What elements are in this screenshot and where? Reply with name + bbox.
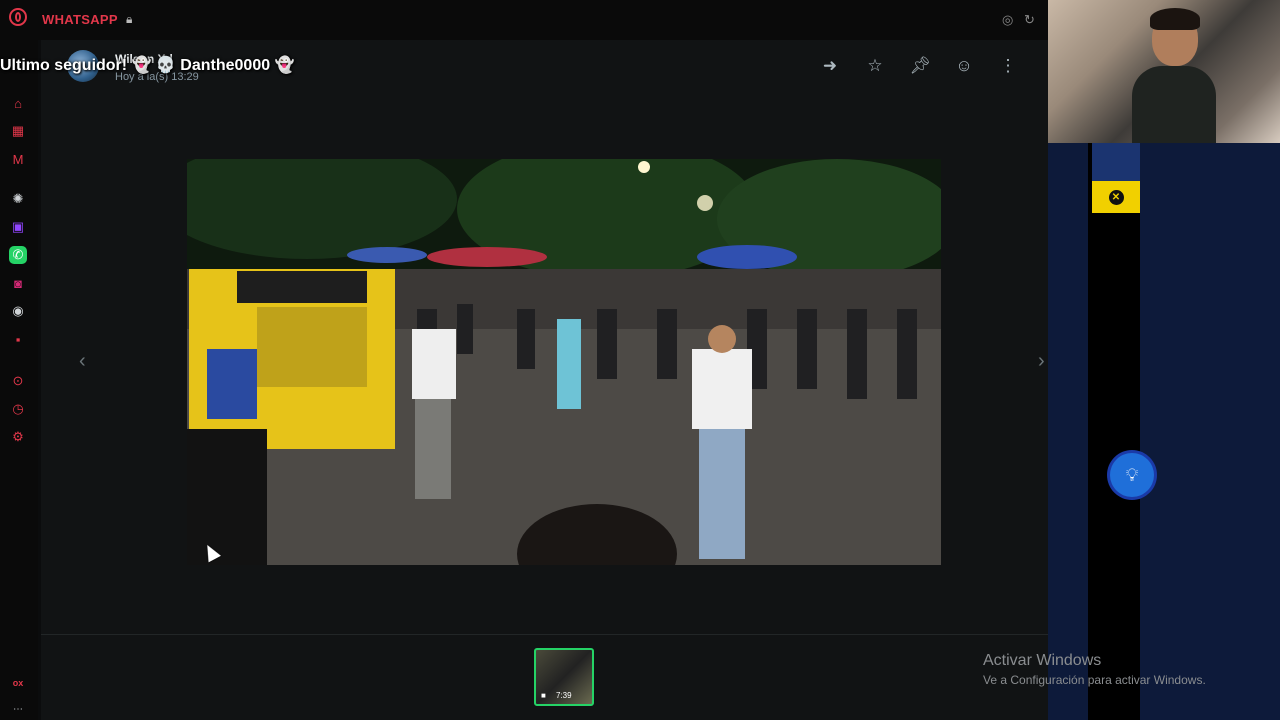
app-top-bar: WHATSAPP 🔒︎ ◎ ↻ [0, 0, 1048, 40]
windows-watermark-title: Activar Windows [983, 652, 1102, 669]
thumbnail-divider [41, 634, 1088, 635]
discord-icon[interactable]: ◉ [9, 302, 27, 320]
right-strip [1088, 143, 1140, 720]
whatsapp-icon[interactable]: ✆ [9, 246, 27, 264]
video-scene [187, 159, 941, 565]
right-side-panel [1048, 143, 1280, 720]
circle-icon[interactable]: ⊙ [9, 372, 27, 390]
app-logo-icon[interactable] [9, 8, 27, 26]
close-icon: ✕ [1108, 189, 1124, 205]
ticket-icon[interactable]: ▦ [9, 122, 27, 140]
pin-icon[interactable]: 📌︎ [909, 56, 931, 76]
left-icon-rail: ⌂ ▦ M ✺ ▣ ✆ ◙ ◉ ▪ ⊙ ◷ ⚙ ox ⋯ [0, 40, 38, 720]
chatgpt-icon[interactable]: ✺ [9, 190, 27, 208]
app-title: WHATSAPP [42, 12, 118, 27]
instagram-icon[interactable]: ◙ [9, 274, 27, 292]
lock-icon: 🔒︎ [126, 12, 133, 26]
right-strip-header [1092, 143, 1140, 181]
streamer-figure [1132, 6, 1216, 143]
mute-icon[interactable]: ◎ [1002, 12, 1013, 28]
webcam-overlay [1048, 0, 1280, 143]
media-viewer: Wilson Xd Hoy a la(s) 13:29 ➜ ☆ 📌︎ ☺ ⋮ ‹ [41, 40, 1088, 720]
close-pill-button[interactable]: ✕ [1092, 181, 1140, 213]
lightbulb-icon: 💡︎ [1125, 464, 1139, 485]
ox-icon[interactable]: ox [9, 674, 27, 692]
menu-icon[interactable]: ⋮ [998, 56, 1018, 76]
more-icon[interactable]: ⋯ [9, 700, 27, 718]
video-frame[interactable] [187, 159, 941, 565]
emoji-icon[interactable]: ☺ [954, 56, 974, 76]
shop-icon[interactable]: ⌂ [9, 94, 27, 112]
lightbulb-button[interactable]: 💡︎ [1110, 453, 1154, 497]
settings-icon[interactable]: ⚙ [9, 428, 27, 446]
video-thumbnail[interactable]: ■ 7:39 [534, 648, 594, 706]
thumbnail-duration: 7:39 [556, 691, 572, 700]
star-icon[interactable]: ☆ [865, 56, 885, 76]
clock-icon[interactable]: ◷ [9, 400, 27, 418]
next-arrow-icon[interactable]: › [1038, 350, 1045, 373]
stream-alert: Ultimo seguidor! 👻 💀 Danthe0000 👻 [0, 57, 295, 74]
previous-arrow-icon[interactable]: ‹ [79, 350, 86, 373]
refresh-icon[interactable]: ↻ [1024, 12, 1035, 28]
mail-icon[interactable]: M [9, 150, 27, 168]
game-icon[interactable]: ▪ [9, 330, 27, 348]
windows-watermark-subtitle: Ve a Configuración para activar Windows. [983, 673, 1206, 687]
twitch-icon[interactable]: ▣ [9, 218, 27, 236]
video-camera-icon: ■ [541, 691, 546, 700]
forward-icon[interactable]: ➜ [820, 56, 840, 76]
